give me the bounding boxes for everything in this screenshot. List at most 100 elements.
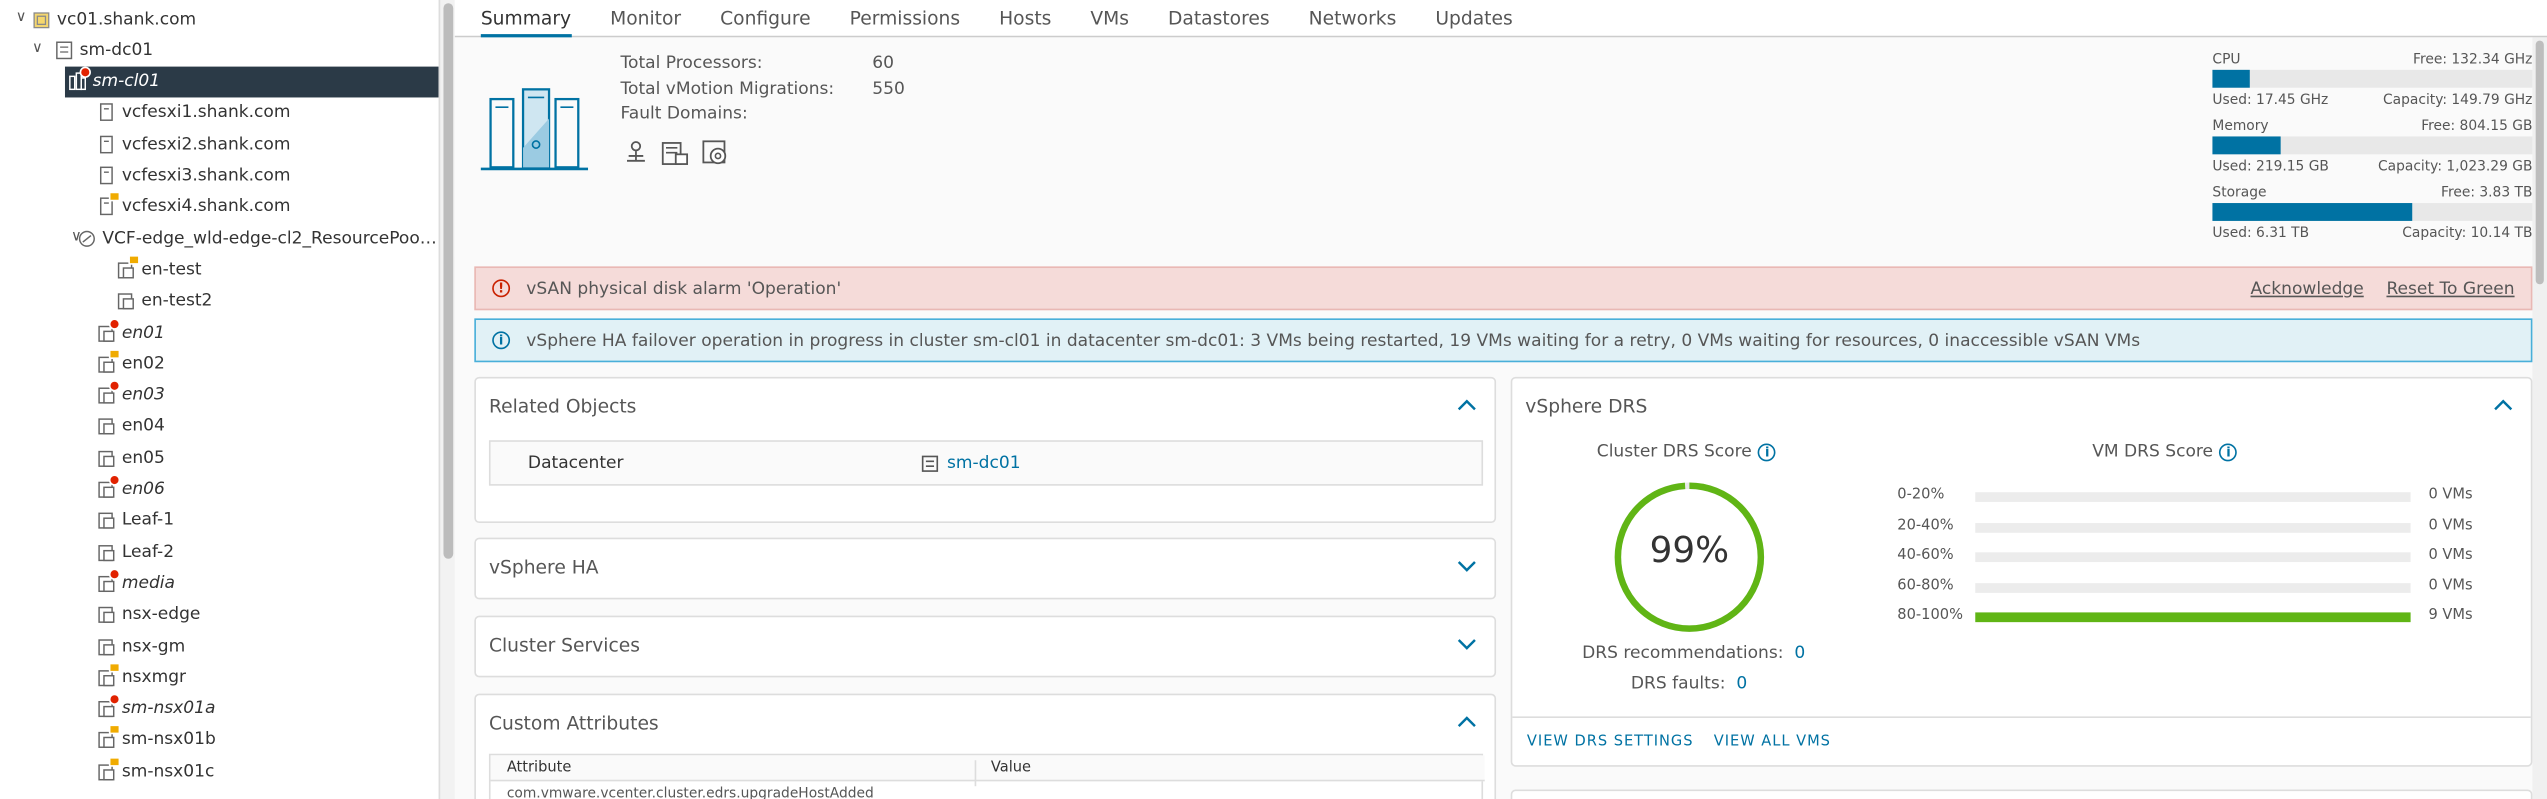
- drs-faults-link[interactable]: 0: [1736, 674, 1747, 693]
- tree-item-label: en-test: [141, 259, 202, 280]
- cluster-services-card[interactable]: Cluster Services: [474, 615, 1497, 678]
- tree-item[interactable]: media: [0, 568, 439, 599]
- cluster-services-title: Cluster Services: [488, 633, 640, 657]
- related-objects-card: Related Objects Datacenter sm-dc01: [474, 376, 1497, 524]
- chevron-up-icon[interactable]: [2492, 396, 2515, 412]
- main-scrollbar-thumb[interactable]: [2535, 40, 2544, 285]
- resource-bar: [2212, 203, 2533, 221]
- inventory-tree: ∨ vc01.shank.com ∨ sm-dc01 ∨ sm-cl01 vcfesxi1.…: [0, 0, 439, 799]
- tab-datastores[interactable]: Datastores: [1168, 0, 1270, 37]
- tab-vms[interactable]: VMs: [1090, 0, 1129, 37]
- tree-item[interactable]: ∨ sm-cl01: [51, 65, 439, 97]
- tree-item-label: media: [121, 573, 175, 593]
- tree-item[interactable]: en-test2: [0, 285, 439, 316]
- tree-item[interactable]: en06: [0, 474, 439, 505]
- tree-item-label: sm-nsx01c: [121, 761, 215, 781]
- view-all-vms-button[interactable]: VIEW ALL VMS: [1714, 734, 1831, 750]
- info-alert: i vSphere HA failover operation in progr…: [474, 318, 2533, 363]
- chevron-up-icon[interactable]: [1455, 713, 1478, 729]
- tree-item[interactable]: vcfesxi3.shank.com: [0, 160, 439, 191]
- chevron-down-icon[interactable]: ∨: [49, 72, 65, 88]
- vm-icon: [97, 693, 121, 718]
- vsphere-drs-title: vSphere DRS: [1525, 394, 1648, 418]
- tree-item[interactable]: Leaf-1: [0, 505, 439, 536]
- histogram-range: 60-80%: [1897, 577, 1954, 594]
- tree-item[interactable]: nsx-edge: [0, 599, 439, 630]
- error-badge-icon: [79, 66, 91, 79]
- info-icon[interactable]: i: [1758, 442, 1777, 461]
- tree-item-label: en06: [121, 479, 165, 499]
- histogram-row: 20-40% 0 VMs: [1897, 517, 2482, 536]
- vm-icon: [97, 511, 115, 530]
- chevron-down-icon[interactable]: ∨: [13, 10, 29, 26]
- histogram-count: 0 VMs: [2428, 547, 2473, 564]
- host-icon: [97, 166, 115, 185]
- tree-item-label: VCF-edge_wld-edge-cl2_ResourcePool...: [102, 228, 439, 248]
- chevron-down-icon[interactable]: [1455, 635, 1478, 651]
- view-drs-settings-button[interactable]: VIEW DRS SETTINGS: [1527, 734, 1694, 750]
- drs-score-value: 99%: [1649, 531, 1730, 572]
- drs-recommendations-link[interactable]: 0: [1794, 643, 1805, 662]
- table-row[interactable]: com.vmware.vcenter.cluster.edrs.upgradeH…: [507, 786, 874, 799]
- tree-item[interactable]: en05: [0, 442, 439, 473]
- main-scrollbar[interactable]: [2532, 37, 2547, 799]
- vcenter-icon: [32, 9, 50, 28]
- chevron-up-icon[interactable]: [1455, 396, 1478, 412]
- info-alert-text: vSphere HA failover operation in progres…: [526, 330, 2141, 351]
- column-value[interactable]: Value: [991, 760, 1031, 776]
- tree-item[interactable]: Leaf-2: [0, 536, 439, 567]
- tree-item[interactable]: nsx-gm: [0, 630, 439, 661]
- tree-item-label: nsxmgr: [121, 667, 187, 687]
- info-icon[interactable]: i: [2219, 442, 2238, 461]
- tree-item[interactable]: vcfesxi4.shank.com: [0, 191, 439, 222]
- vm-drs-score-label: VM DRS Score i: [2092, 442, 2238, 461]
- tree-item[interactable]: en-test: [0, 254, 439, 285]
- related-object-link[interactable]: sm-dc01: [921, 453, 1021, 473]
- tab-monitor[interactable]: Monitor: [610, 0, 681, 37]
- tree-item-label: vc01.shank.com: [56, 8, 197, 29]
- vm-icon: [97, 474, 121, 498]
- acknowledge-link[interactable]: Acknowledge: [2251, 279, 2364, 298]
- tree-item[interactable]: sm-nsx01b: [0, 724, 439, 755]
- tab-networks[interactable]: Networks: [1309, 0, 1397, 37]
- tab-updates[interactable]: Updates: [1435, 0, 1512, 37]
- tree-item[interactable]: en04: [0, 411, 439, 442]
- tree-item-label: en04: [121, 416, 165, 436]
- tree-item[interactable]: vcfesxi2.shank.com: [0, 129, 439, 160]
- cluster-icon: [68, 66, 91, 91]
- histogram-count: 0 VMs: [2428, 487, 2473, 504]
- tree-scrollbar[interactable]: [438, 0, 455, 799]
- tree-item[interactable]: nsxmgr: [0, 662, 439, 693]
- histogram-range: 80-100%: [1897, 607, 1963, 624]
- tree-item-label: vcfesxi3.shank.com: [121, 165, 291, 186]
- tree-item[interactable]: en03: [0, 379, 439, 410]
- vsphere-ha-card[interactable]: vSphere HA: [474, 537, 1497, 600]
- resource-free: Free: 3.83 TB: [2441, 185, 2533, 202]
- tree-item[interactable]: en01: [0, 317, 439, 348]
- vmotion-label: Total vMotion Migrations:: [620, 79, 835, 100]
- tree-item[interactable]: vcfesxi1.shank.com: [0, 97, 439, 128]
- chevron-down-icon[interactable]: [1455, 557, 1478, 573]
- related-object-value[interactable]: sm-dc01: [947, 453, 1021, 472]
- tab-configure[interactable]: Configure: [720, 0, 811, 37]
- resource-name: Memory: [2212, 118, 2269, 135]
- tree-item[interactable]: ∨ vc01.shank.com: [0, 3, 439, 34]
- tab-permissions[interactable]: Permissions: [850, 0, 961, 37]
- tree-item-label: Leaf-1: [121, 510, 175, 531]
- column-attribute[interactable]: Attribute: [507, 760, 572, 776]
- tree-item[interactable]: sm-nsx01c: [0, 756, 439, 787]
- reset-to-green-link[interactable]: Reset To Green: [2386, 279, 2514, 298]
- tree-item[interactable]: sm-nsx01a: [0, 693, 439, 724]
- histogram-count: 0 VMs: [2428, 577, 2473, 594]
- tab-summary[interactable]: Summary: [480, 0, 571, 39]
- histogram-bar: [1975, 582, 2411, 593]
- tree-item[interactable]: ∨ VCF-edge_wld-edge-cl2_ResourcePool...: [0, 223, 439, 254]
- chevron-down-icon[interactable]: ∨: [29, 41, 45, 57]
- tab-hosts[interactable]: Hosts: [999, 0, 1051, 37]
- tree-scrollbar-thumb[interactable]: [443, 3, 454, 559]
- tree-item[interactable]: en02: [0, 348, 439, 379]
- histogram-bar: [1975, 522, 2411, 532]
- warning-badge-icon: [108, 192, 121, 202]
- tree-item[interactable]: ∨ sm-dc01: [0, 35, 439, 66]
- tree-item-label: sm-dc01: [79, 40, 154, 60]
